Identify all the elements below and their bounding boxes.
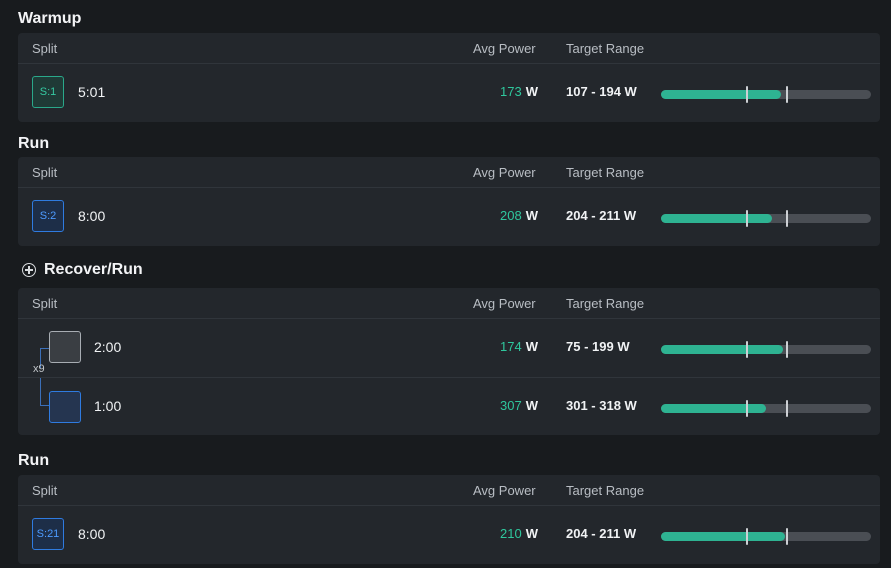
split-duration: 5:01 [78, 84, 106, 100]
header-split: Split [32, 296, 58, 311]
avg-power-value: 208 [500, 208, 522, 223]
avg-power: 307 W [473, 398, 538, 413]
header-avg-power: Avg Power [473, 41, 536, 56]
target-high-tick [786, 86, 788, 103]
section-title-text: Run [18, 135, 50, 152]
table-header: Split Avg Power Target Range [18, 33, 880, 64]
target-low-tick [746, 341, 749, 358]
split-duration: 8:00 [78, 208, 106, 224]
expand-plus-icon[interactable] [22, 263, 36, 277]
header-target-range: Target Range [566, 165, 645, 180]
power-bar-fill [661, 345, 783, 354]
power-bar [661, 210, 871, 227]
split-badge[interactable]: S:21 [32, 518, 64, 550]
split-badge[interactable] [49, 331, 81, 363]
split-card: Split Avg Power Target Range S:1 5:01 17… [18, 33, 880, 122]
avg-power-value: 173 [500, 84, 522, 99]
section-title: Warmup [18, 8, 81, 30]
split-row[interactable]: S:2 8:00 208 W 204 - 211 W [18, 188, 880, 246]
avg-power-unit: W [525, 526, 538, 541]
target-low-tick [746, 400, 749, 417]
section-title-text: Run [18, 452, 50, 469]
split-duration: 1:00 [94, 398, 122, 414]
split-row[interactable]: 2:00 174 W 75 - 199 W [18, 319, 880, 377]
section-title-text: Recover/Run [44, 261, 143, 278]
target-range: 301 - 318 W [566, 398, 637, 413]
header-avg-power: Avg Power [473, 296, 536, 311]
avg-power-value: 174 [500, 339, 522, 354]
power-bar [661, 86, 871, 103]
target-high-tick [786, 400, 788, 417]
target-low-tick [746, 210, 749, 227]
split-card: Split Avg Power Target Range S:21 8:00 2… [18, 475, 880, 564]
target-high-tick [786, 341, 788, 358]
split-duration: 8:00 [78, 526, 106, 542]
section-title: Run [18, 450, 49, 472]
avg-power-unit: W [525, 84, 538, 99]
target-range: 204 - 211 W [566, 526, 637, 541]
power-bar-fill [661, 214, 773, 223]
table-header: Split Avg Power Target Range [18, 288, 880, 319]
section-title-text: Warmup [18, 10, 82, 27]
split-badge[interactable] [49, 391, 81, 423]
target-range: 75 - 199 W [566, 339, 630, 354]
target-high-tick [786, 528, 788, 545]
power-bar [661, 528, 871, 545]
section-title: Run [18, 133, 49, 155]
avg-power-unit: W [525, 339, 538, 354]
split-card: Split Avg Power Target Range S:2 8:00 20… [18, 157, 880, 246]
split-row[interactable]: 1:00 307 W 301 - 318 W [18, 377, 880, 435]
split-duration: 2:00 [94, 339, 122, 355]
header-target-range: Target Range [566, 296, 645, 311]
power-bar-fill [661, 404, 766, 413]
avg-power-value: 307 [500, 398, 522, 413]
table-header: Split Avg Power Target Range [18, 475, 880, 506]
power-bar-fill [661, 90, 781, 99]
header-split: Split [32, 483, 58, 498]
avg-power: 173 W [473, 84, 538, 99]
split-row[interactable]: S:1 5:01 173 W 107 - 194 W [18, 64, 880, 122]
header-split: Split [32, 41, 58, 56]
split-card: Split Avg Power Target Range x9 2:00 174… [18, 288, 880, 435]
target-high-tick [786, 210, 788, 227]
target-low-tick [746, 528, 749, 545]
avg-power-unit: W [525, 398, 538, 413]
split-row[interactable]: S:21 8:00 210 W 204 - 211 W [18, 506, 880, 564]
avg-power: 210 W [473, 526, 538, 541]
split-badge[interactable]: S:2 [32, 200, 64, 232]
section-title[interactable]: Recover/Run [18, 259, 143, 281]
avg-power: 208 W [473, 208, 538, 223]
target-range: 204 - 211 W [566, 208, 637, 223]
header-target-range: Target Range [566, 41, 645, 56]
target-low-tick [746, 86, 749, 103]
header-avg-power: Avg Power [473, 483, 536, 498]
avg-power-value: 210 [500, 526, 522, 541]
header-target-range: Target Range [566, 483, 645, 498]
table-header: Split Avg Power Target Range [18, 157, 880, 188]
split-badge[interactable]: S:1 [32, 76, 64, 108]
target-range: 107 - 194 W [566, 84, 637, 99]
power-bar [661, 400, 871, 417]
power-bar [661, 341, 871, 358]
avg-power: 174 W [473, 339, 538, 354]
header-split: Split [32, 165, 58, 180]
header-avg-power: Avg Power [473, 165, 536, 180]
power-bar-fill [661, 532, 785, 541]
avg-power-unit: W [525, 208, 538, 223]
